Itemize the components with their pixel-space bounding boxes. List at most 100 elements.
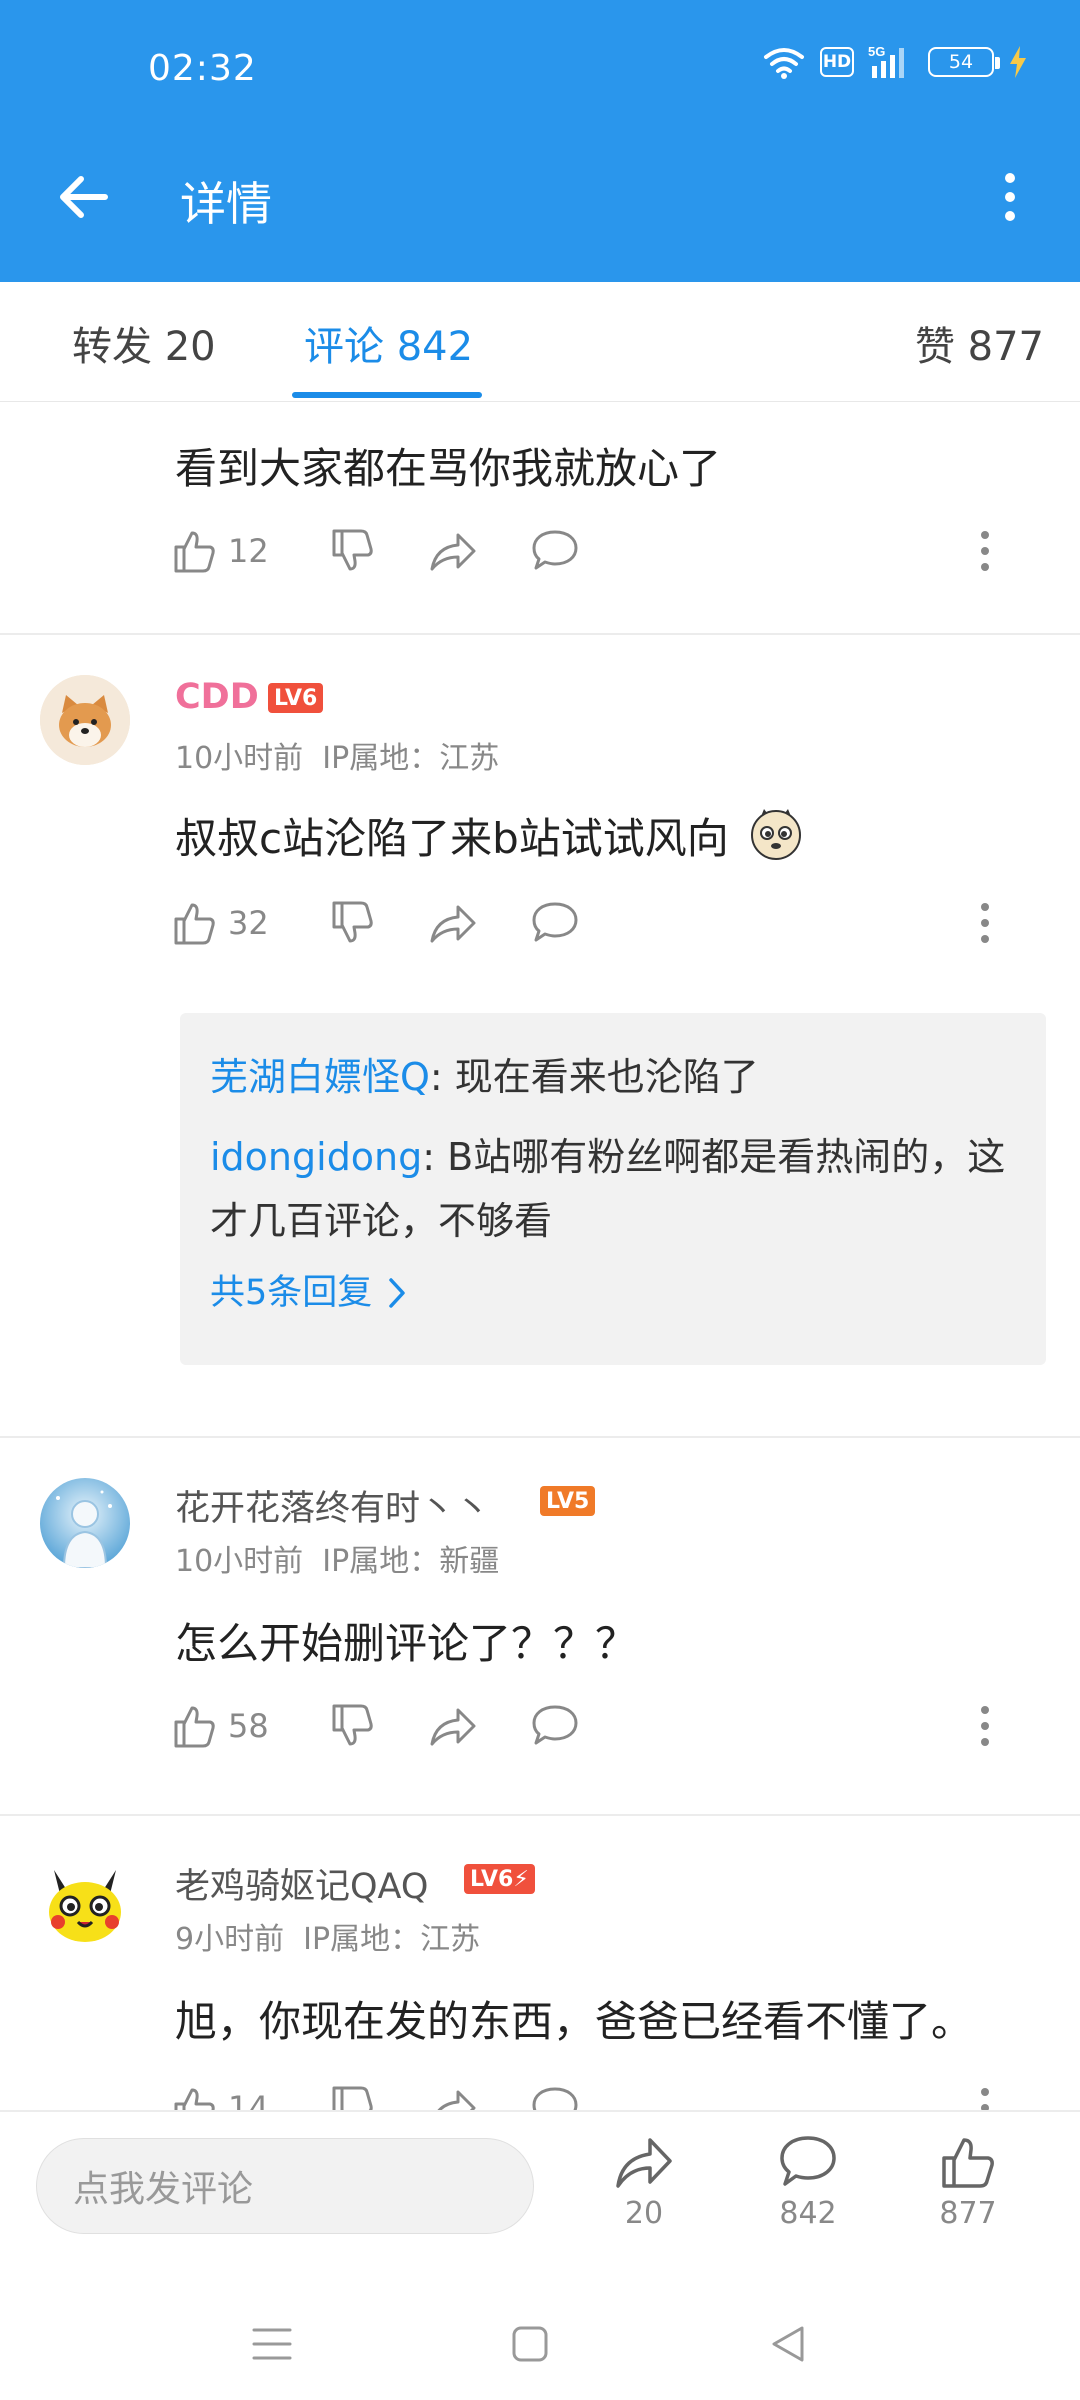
like-count: 58: [228, 1707, 269, 1745]
avatar[interactable]: [40, 1856, 130, 1946]
share-button[interactable]: [428, 2078, 478, 2110]
comment-text: 旭，你现在发的东西，爸爸已经看不懂了。: [175, 1997, 974, 2046]
anime-character-icon: [40, 1478, 130, 1568]
level-badge: LV6⚡: [464, 1864, 535, 1894]
shiba-dog-icon: [40, 675, 130, 765]
comment-input[interactable]: 点我发评论: [36, 2138, 534, 2234]
reply-button[interactable]: [530, 521, 580, 581]
share-arrow-icon: [430, 1708, 476, 1746]
more-vertical-icon: [981, 531, 989, 571]
more-vertical-icon: [981, 903, 989, 943]
more-vertical-icon: [981, 2088, 989, 2110]
reply-username[interactable]: idongidong: [210, 1135, 422, 1179]
like-button[interactable]: 58: [170, 1696, 269, 1756]
like-count: 12: [228, 532, 269, 570]
like-button[interactable]: 14: [170, 2078, 269, 2110]
comment-text: 叔叔c站沦陷了来b站试试风向: [175, 805, 804, 866]
thumbs-up-icon: [174, 2088, 215, 2110]
reply-button[interactable]: [530, 893, 580, 953]
repost-button[interactable]: 20: [584, 2134, 704, 2264]
recent-apps-button[interactable]: [242, 2314, 302, 2374]
dislike-button[interactable]: [328, 2078, 376, 2110]
thumbs-down-icon: [332, 1704, 373, 1746]
tab-bar: 转发 20 评论 842 赞 877: [0, 282, 1080, 402]
thumbs-up-icon: [942, 2138, 994, 2188]
comment-more-button[interactable]: [970, 521, 1000, 581]
comment-time: 10小时前: [175, 741, 304, 776]
dislike-button[interactable]: [328, 893, 376, 953]
comment-button[interactable]: 842: [748, 2134, 868, 2264]
reply-button[interactable]: [530, 1696, 580, 1756]
reply-preview-box[interactable]: 芜湖白嫖怪Q: 现在看来也沦陷了 idongidong: B站哪有粉丝啊都是看热…: [180, 1013, 1046, 1365]
share-button[interactable]: [428, 521, 478, 581]
more-menu-button[interactable]: [990, 164, 1030, 230]
comment-meta: 9小时前 IP属地：江苏: [175, 1914, 480, 1958]
level-badge: LV5: [540, 1486, 596, 1516]
thumbs-down-icon: [332, 901, 373, 943]
username[interactable]: 老鸡骑妪记QAQ: [175, 1858, 428, 1909]
app-header: 02:32 HD 5G 54 详情: [0, 0, 1080, 282]
square-home-icon: [512, 2326, 548, 2362]
like-count: 14: [228, 2089, 269, 2110]
comment-item: 老鸡骑妪记QAQ LV6⚡ 9小时前 IP属地：江苏 旭，你现在发的东西，爸爸已…: [0, 1816, 1080, 2110]
dislike-button[interactable]: [328, 1696, 376, 1756]
like-button[interactable]: 12: [170, 521, 269, 581]
comment-actions: 14: [170, 2078, 1020, 2110]
reply-text: : 现在看来也沦陷了: [429, 1055, 759, 1099]
reply-button[interactable]: [530, 2078, 580, 2110]
comment-item: 花开花落终有时丶丶 LV5 10小时前 IP属地：新疆 怎么开始删评论了？？？ …: [0, 1438, 1080, 1816]
like-count: 32: [228, 904, 269, 942]
system-back-button[interactable]: [758, 2314, 818, 2374]
comment-time: 10小时前: [175, 1544, 304, 1579]
speech-bubble-icon: [780, 2136, 836, 2186]
avatar[interactable]: [40, 675, 130, 765]
home-button[interactable]: [500, 2314, 560, 2374]
comment-actions: 32: [170, 893, 1020, 953]
like-button[interactable]: 32: [170, 893, 269, 953]
comment-text: 怎么开始删评论了？？？: [175, 1619, 638, 1668]
comment-ip: IP属地：江苏: [322, 741, 500, 776]
tab-likes[interactable]: 赞 877: [915, 314, 1044, 372]
battery-indicator: 54: [928, 47, 1000, 77]
repost-count: 20: [624, 2196, 664, 2231]
more-vertical-icon: [1005, 173, 1015, 221]
comment-more-button[interactable]: [970, 893, 1000, 953]
avatar[interactable]: [40, 1478, 130, 1568]
share-arrow-icon: [430, 533, 476, 571]
page-title: 详情: [180, 177, 272, 231]
comment-meta: 10小时前 IP属地：新疆: [175, 1536, 499, 1580]
view-all-replies-link[interactable]: 共5条回复: [210, 1261, 1016, 1325]
comment-more-button[interactable]: [970, 2078, 1000, 2110]
thumbs-up-icon: [174, 903, 215, 945]
share-button[interactable]: [428, 893, 478, 953]
emoji-sticker-icon: [751, 809, 802, 860]
share-button[interactable]: [428, 1696, 478, 1756]
comment-more-button[interactable]: [970, 1696, 1000, 1756]
comment-actions: 12: [170, 521, 1020, 581]
reply-username[interactable]: 芜湖白嫖怪Q: [210, 1055, 430, 1099]
reply-item: idongidong: B站哪有粉丝啊都是看热闹的，这才几百评论，不够看: [210, 1125, 1016, 1253]
thumbs-down-icon: [332, 2086, 373, 2110]
back-button[interactable]: [50, 164, 116, 230]
like-post-button[interactable]: 877: [908, 2134, 1028, 2264]
speech-bubble-icon: [532, 530, 578, 570]
thumbs-up-icon: [174, 531, 215, 573]
dislike-button[interactable]: [328, 521, 376, 581]
username[interactable]: 花开花落终有时丶丶: [175, 1480, 490, 1531]
username[interactable]: CDD: [175, 677, 259, 717]
status-icons: HD 5G 54: [762, 44, 1028, 80]
share-arrow-icon: [437, 2090, 476, 2110]
like-count: 877: [939, 2196, 997, 2231]
triangle-back-icon: [772, 2326, 804, 2362]
tab-reposts[interactable]: 转发 20: [72, 314, 216, 372]
share-arrow-icon: [430, 905, 476, 943]
comment-item: 看到大家都在骂你我就放心了 12: [0, 403, 1080, 633]
comment-list[interactable]: 看到大家都在骂你我就放心了 12 CDD LV6 10小时前 IP属地：江苏 叔…: [0, 403, 1080, 2110]
comment-text: 看到大家都在骂你我就放心了: [175, 444, 722, 493]
username-text: 老鸡骑妪记QAQ: [175, 1867, 429, 1907]
username-text: CDD: [175, 677, 259, 717]
chevron-right-icon: [389, 1278, 406, 1308]
tab-comments[interactable]: 评论 842: [304, 314, 473, 372]
active-tab-indicator: [292, 392, 482, 398]
speech-bubble-icon: [532, 2087, 578, 2110]
